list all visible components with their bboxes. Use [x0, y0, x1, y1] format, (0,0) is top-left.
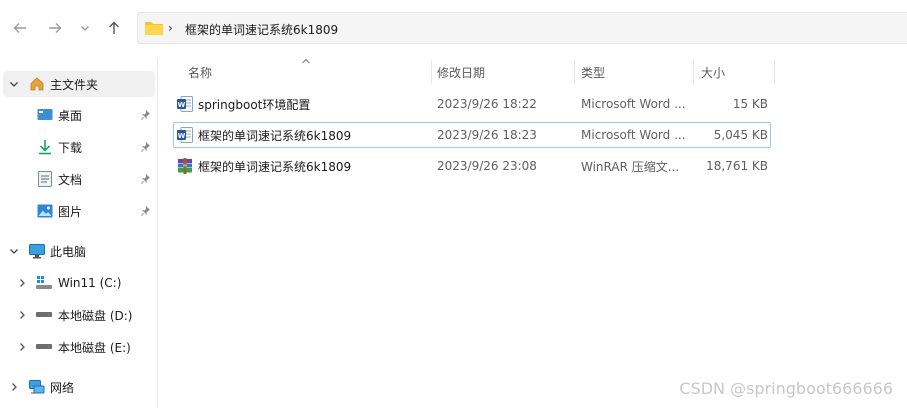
sidebar-item-label: 下载	[58, 140, 83, 155]
document-icon	[37, 171, 53, 187]
sidebar-item-drive-e[interactable]: 本地磁盘 (E:)	[0, 334, 157, 360]
pin-icon	[140, 205, 152, 217]
file-modified: 2023/9/26 18:23	[437, 128, 537, 142]
sidebar-item-network[interactable]: 网络	[0, 374, 157, 400]
network-icon	[29, 379, 45, 395]
word-doc-icon: W	[177, 127, 193, 143]
file-row[interactable]: W 框架的单词速记系统6k1809 2023/9/26 18:23 Micros…	[173, 122, 771, 148]
up-button[interactable]	[103, 17, 125, 39]
column-header-size[interactable]: 大小	[701, 58, 771, 86]
back-button[interactable]	[9, 17, 31, 39]
recent-locations-button[interactable]	[74, 17, 96, 39]
pin-icon	[140, 173, 152, 185]
sidebar-item-label: 文档	[58, 172, 83, 187]
drive-icon	[36, 307, 52, 323]
sidebar-item-label: 网络	[50, 380, 75, 395]
address-toolbar: › 框架的单词速记系统6k1809	[0, 0, 907, 58]
csdn-watermark: CSDN @springboot666666	[679, 379, 893, 398]
file-size: 15 KB	[732, 97, 768, 111]
column-divider[interactable]	[774, 60, 775, 84]
file-name: 框架的单词速记系统6k1809	[198, 128, 352, 143]
file-name: springboot环境配置	[198, 97, 311, 112]
file-type: Microsoft Word ...	[581, 97, 686, 111]
desktop-icon	[37, 107, 53, 123]
windows-drive-icon	[36, 275, 52, 291]
sidebar-item-drive-d[interactable]: 本地磁盘 (D:)	[0, 302, 157, 328]
sidebar-item-label: 此电脑	[50, 244, 87, 259]
svg-text:W: W	[178, 132, 186, 140]
chevron-down-icon[interactable]	[8, 78, 20, 90]
arrow-left-icon	[13, 23, 26, 33]
chevron-down-icon	[81, 26, 89, 31]
pin-icon	[140, 141, 152, 153]
file-modified: 2023/9/26 23:08	[437, 159, 537, 173]
pictures-icon	[37, 203, 53, 219]
chevron-down-icon[interactable]	[8, 245, 20, 257]
sidebar-item-label: Win11 (C:)	[58, 276, 122, 290]
arrow-right-icon	[49, 23, 62, 33]
computer-icon	[29, 243, 45, 259]
file-list-pane: 名称 修改日期 类型 大小 W springboot环境配置 2023/9/26…	[158, 58, 907, 408]
winrar-archive-icon	[177, 158, 193, 174]
navigation-pane: 主文件夹 桌面 下载 文档 图片 此电脑 Win11 (C:) 本地磁盘 (D:…	[0, 58, 158, 408]
file-name: 框架的单词速记系统6k1809	[198, 159, 352, 174]
sidebar-item-label: 图片	[58, 204, 83, 219]
drive-icon	[36, 339, 52, 355]
sidebar-item-label: 本地磁盘 (D:)	[58, 308, 133, 323]
file-type: WinRAR 压缩文...	[581, 159, 680, 174]
sidebar-item-downloads[interactable]: 下载	[0, 134, 157, 160]
forward-button[interactable]	[44, 17, 66, 39]
address-bar[interactable]: › 框架的单词速记系统6k1809	[137, 12, 907, 44]
svg-text:W: W	[178, 101, 186, 109]
sidebar-item-this-pc[interactable]: 此电脑	[0, 238, 157, 264]
sidebar-item-label: 桌面	[58, 108, 83, 123]
chevron-right-icon[interactable]	[16, 341, 28, 353]
file-modified: 2023/9/26 18:22	[437, 97, 537, 111]
chevron-right-icon[interactable]	[16, 277, 28, 289]
home-icon	[29, 76, 45, 92]
column-divider[interactable]	[693, 60, 694, 84]
folder-icon	[145, 21, 163, 38]
column-divider[interactable]	[574, 60, 575, 84]
download-icon	[37, 139, 53, 155]
sidebar-item-home[interactable]: 主文件夹	[3, 71, 155, 97]
file-size: 5,045 KB	[713, 128, 768, 142]
breadcrumb-separator[interactable]: ›	[168, 21, 173, 35]
column-header-type[interactable]: 类型	[581, 58, 691, 86]
pin-icon	[140, 109, 152, 121]
word-doc-icon: W	[177, 96, 193, 112]
file-size: 18,761 KB	[706, 159, 768, 173]
sidebar-item-desktop[interactable]: 桌面	[0, 102, 157, 128]
column-header-modified[interactable]: 修改日期	[437, 58, 567, 86]
sidebar-item-label: 主文件夹	[50, 77, 99, 92]
sidebar-item-documents[interactable]: 文档	[0, 166, 157, 192]
sidebar-item-pictures[interactable]: 图片	[0, 198, 157, 224]
column-header-name[interactable]: 名称	[188, 58, 428, 86]
chevron-right-icon[interactable]	[16, 309, 28, 321]
file-type: Microsoft Word ...	[581, 128, 686, 142]
sidebar-item-drive-c[interactable]: Win11 (C:)	[0, 270, 157, 296]
sidebar-item-label: 本地磁盘 (E:)	[58, 340, 131, 355]
file-row[interactable]: 框架的单词速记系统6k1809 2023/9/26 23:08 WinRAR 压…	[173, 153, 771, 179]
chevron-right-icon[interactable]	[8, 381, 20, 393]
breadcrumb-path-segment[interactable]: 框架的单词速记系统6k1809	[185, 21, 338, 38]
arrow-up-icon	[109, 21, 119, 34]
file-row[interactable]: W springboot环境配置 2023/9/26 18:22 Microso…	[173, 91, 771, 117]
column-divider[interactable]	[431, 60, 432, 84]
